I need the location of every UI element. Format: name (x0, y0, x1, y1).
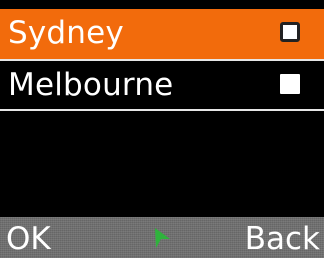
back-softkey[interactable]: Back (245, 221, 320, 257)
ok-softkey[interactable]: OK (6, 221, 51, 257)
list-divider (0, 109, 324, 111)
list-item-sydney[interactable]: Sydney (0, 9, 324, 59)
screen: Sydney Melbourne OK Back (0, 0, 324, 258)
list-item-label: Sydney (8, 15, 124, 51)
softkey-bar: OK Back (0, 217, 324, 258)
checkbox-sydney[interactable] (280, 22, 300, 42)
list-item-melbourne[interactable]: Melbourne (0, 61, 324, 111)
navigation-arrow-icon (155, 228, 170, 248)
checkbox-melbourne[interactable] (280, 74, 300, 94)
list-item-label: Melbourne (8, 67, 174, 103)
